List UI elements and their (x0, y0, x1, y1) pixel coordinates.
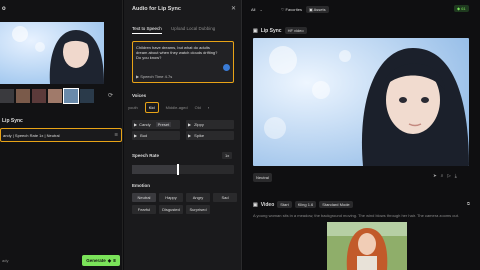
voice-filter-youth[interactable]: youth (128, 105, 138, 110)
speech-time: ▶ Speech Time 4.7s (136, 74, 173, 79)
play-icon[interactable]: ▶ (134, 122, 137, 127)
credits-badge[interactable]: ◆ 61 (454, 5, 469, 12)
thumbnail[interactable] (0, 89, 14, 103)
video-chip: Standard Mode (319, 201, 353, 208)
lip-sync-card-header: ▣ Lip Sync HF video (253, 27, 307, 34)
voice-tag: Preset (155, 122, 172, 127)
tab-text-to-speech[interactable]: Text to Speech (132, 26, 162, 34)
script-textarea[interactable]: Children have dreams, but what do adults… (132, 41, 234, 83)
emotion-surprised[interactable]: Surprised (186, 205, 210, 214)
voice-zippy[interactable]: ▶ Zippy (186, 120, 234, 129)
audio-panel: Audio for Lip Sync ✕ Text to Speech Uplo… (124, 0, 242, 270)
assets-label: Assets (313, 7, 326, 12)
chevron-down-icon[interactable]: ⌄ (259, 7, 262, 12)
voice-filter-kid[interactable]: Kid (144, 102, 159, 113)
speech-rate-slider[interactable] (132, 164, 234, 175)
lip-sync-video[interactable] (253, 38, 469, 166)
video-icon: ▣ (253, 201, 258, 208)
results-panel: All ⌄ ♡ Favorites ▣ Assets ◆ 61 ▣ Lip Sy… (243, 0, 480, 270)
send-icon[interactable]: ➤ (433, 173, 437, 179)
filter-all-dropdown[interactable]: All (251, 7, 255, 12)
emotion-label: Emotion (132, 183, 150, 188)
generate-label: Generate (86, 258, 106, 263)
play-icon[interactable]: ▷ (447, 173, 450, 179)
video-thumbnail[interactable] (327, 222, 407, 270)
video-chip: Start (277, 201, 292, 208)
generate-credits: 8 (113, 258, 116, 263)
voice-filter-row: youth Kid Middle-aged Old › (128, 102, 244, 113)
script-text: Children have dreams, but what do adults… (136, 45, 218, 60)
play-icon[interactable]: ▶ (134, 133, 137, 138)
thumbnail[interactable] (32, 89, 46, 103)
voice-filter-middle-aged[interactable]: Middle-aged (166, 105, 188, 110)
thumbnail-strip (0, 88, 104, 105)
voice-name: Candy (139, 122, 151, 127)
video-card-title: Video (260, 201, 275, 208)
play-icon[interactable]: ▶ (188, 122, 191, 127)
lip-sync-card-title: Lip Sync (260, 27, 282, 34)
close-icon[interactable]: ✕ (231, 5, 236, 12)
emotion-fearful[interactable]: Fearful (132, 205, 156, 214)
left-panel: o ⟳ Lip Sync andy | Speech Rate 1x | Neu… (0, 0, 123, 270)
thumbnail[interactable] (80, 89, 94, 103)
emotion-disgusted[interactable]: Disgusted (159, 205, 183, 214)
voice-name: Zippy (194, 122, 204, 127)
voices-label: Voices (132, 93, 147, 98)
lip-sync-label: Lip Sync (2, 118, 23, 124)
emotion-happy[interactable]: Happy (159, 193, 183, 202)
lip-sync-selection-text: andy | Speech Rate 1x | Neutral (3, 133, 60, 138)
credits-value: 61 (461, 6, 466, 11)
audio-panel-title: Audio for Lip Sync (132, 6, 181, 12)
results-toolbar: All ⌄ ♡ Favorites ▣ Assets (251, 6, 329, 13)
speech-rate-label: Speech Rate (132, 153, 160, 158)
settings-icon[interactable]: ☰ (114, 132, 118, 137)
speech-time-text: Speech Time 4.7s (140, 74, 173, 79)
thumbnail[interactable] (16, 89, 30, 103)
voice-filter-old[interactable]: Old (195, 105, 201, 110)
thumbnail-selected[interactable] (63, 88, 79, 104)
lip-sync-tag: Neutral (253, 173, 272, 182)
voice-name: Spike (194, 133, 205, 138)
speech-rate-value: 1x (222, 152, 233, 159)
tab-upload-local-dubbing[interactable]: Upload Local Dubbing (171, 26, 215, 31)
emotion-grid: Neutral Happy Angry Sad Fearful Disguste… (132, 193, 240, 214)
left-title: o (2, 6, 6, 12)
download-icon[interactable]: ⤓ (455, 173, 457, 179)
credit-icon: ◆ (107, 257, 112, 263)
footer-label: ady (2, 258, 9, 263)
lip-sync-actions: ➤ ⌕ ▷ ⤓ (433, 173, 457, 179)
play-icon[interactable]: ▶ (188, 133, 191, 138)
copy-icon[interactable]: ⧉ (467, 201, 470, 206)
main-preview-image[interactable] (0, 22, 104, 84)
lip-sync-badge: HF video (284, 27, 307, 34)
assets-button[interactable]: ▣ Assets (305, 6, 329, 13)
favorites-label: Favorites (285, 7, 302, 12)
generate-button[interactable]: Generate ◆ 8 (82, 255, 120, 266)
chevron-right-icon[interactable]: › (208, 105, 209, 110)
speech-rate-fill (132, 165, 178, 174)
voice-name: Bud (140, 133, 148, 138)
emotion-angry[interactable]: Angry (186, 193, 210, 202)
lip-sync-icon: ▣ (253, 27, 258, 34)
confirm-icon[interactable] (223, 64, 230, 71)
speech-rate-thumb[interactable] (176, 164, 179, 175)
emotion-neutral[interactable]: Neutral (132, 193, 156, 202)
video-caption: A young woman sits in a meadow, the back… (253, 213, 459, 218)
voice-spike[interactable]: ▶ Spike (186, 131, 234, 140)
refresh-icon[interactable]: ⟳ (108, 92, 113, 99)
video-card-header: ▣ Video Start Kling 1.6 Standard Mode (253, 201, 353, 208)
lip-sync-selection[interactable]: andy | Speech Rate 1x | Neutral ☰ (0, 128, 122, 142)
favorites-link[interactable]: ♡ Favorites (281, 7, 302, 12)
voice-candy[interactable]: ▶ Candy Preset (132, 120, 180, 129)
emotion-sad[interactable]: Sad (213, 193, 237, 202)
video-chip: Kling 1.6 (294, 201, 317, 208)
search-icon[interactable]: ⌕ (441, 173, 444, 179)
thumbnail[interactable] (48, 89, 62, 103)
voice-bud[interactable]: ▶ Bud (132, 131, 180, 140)
